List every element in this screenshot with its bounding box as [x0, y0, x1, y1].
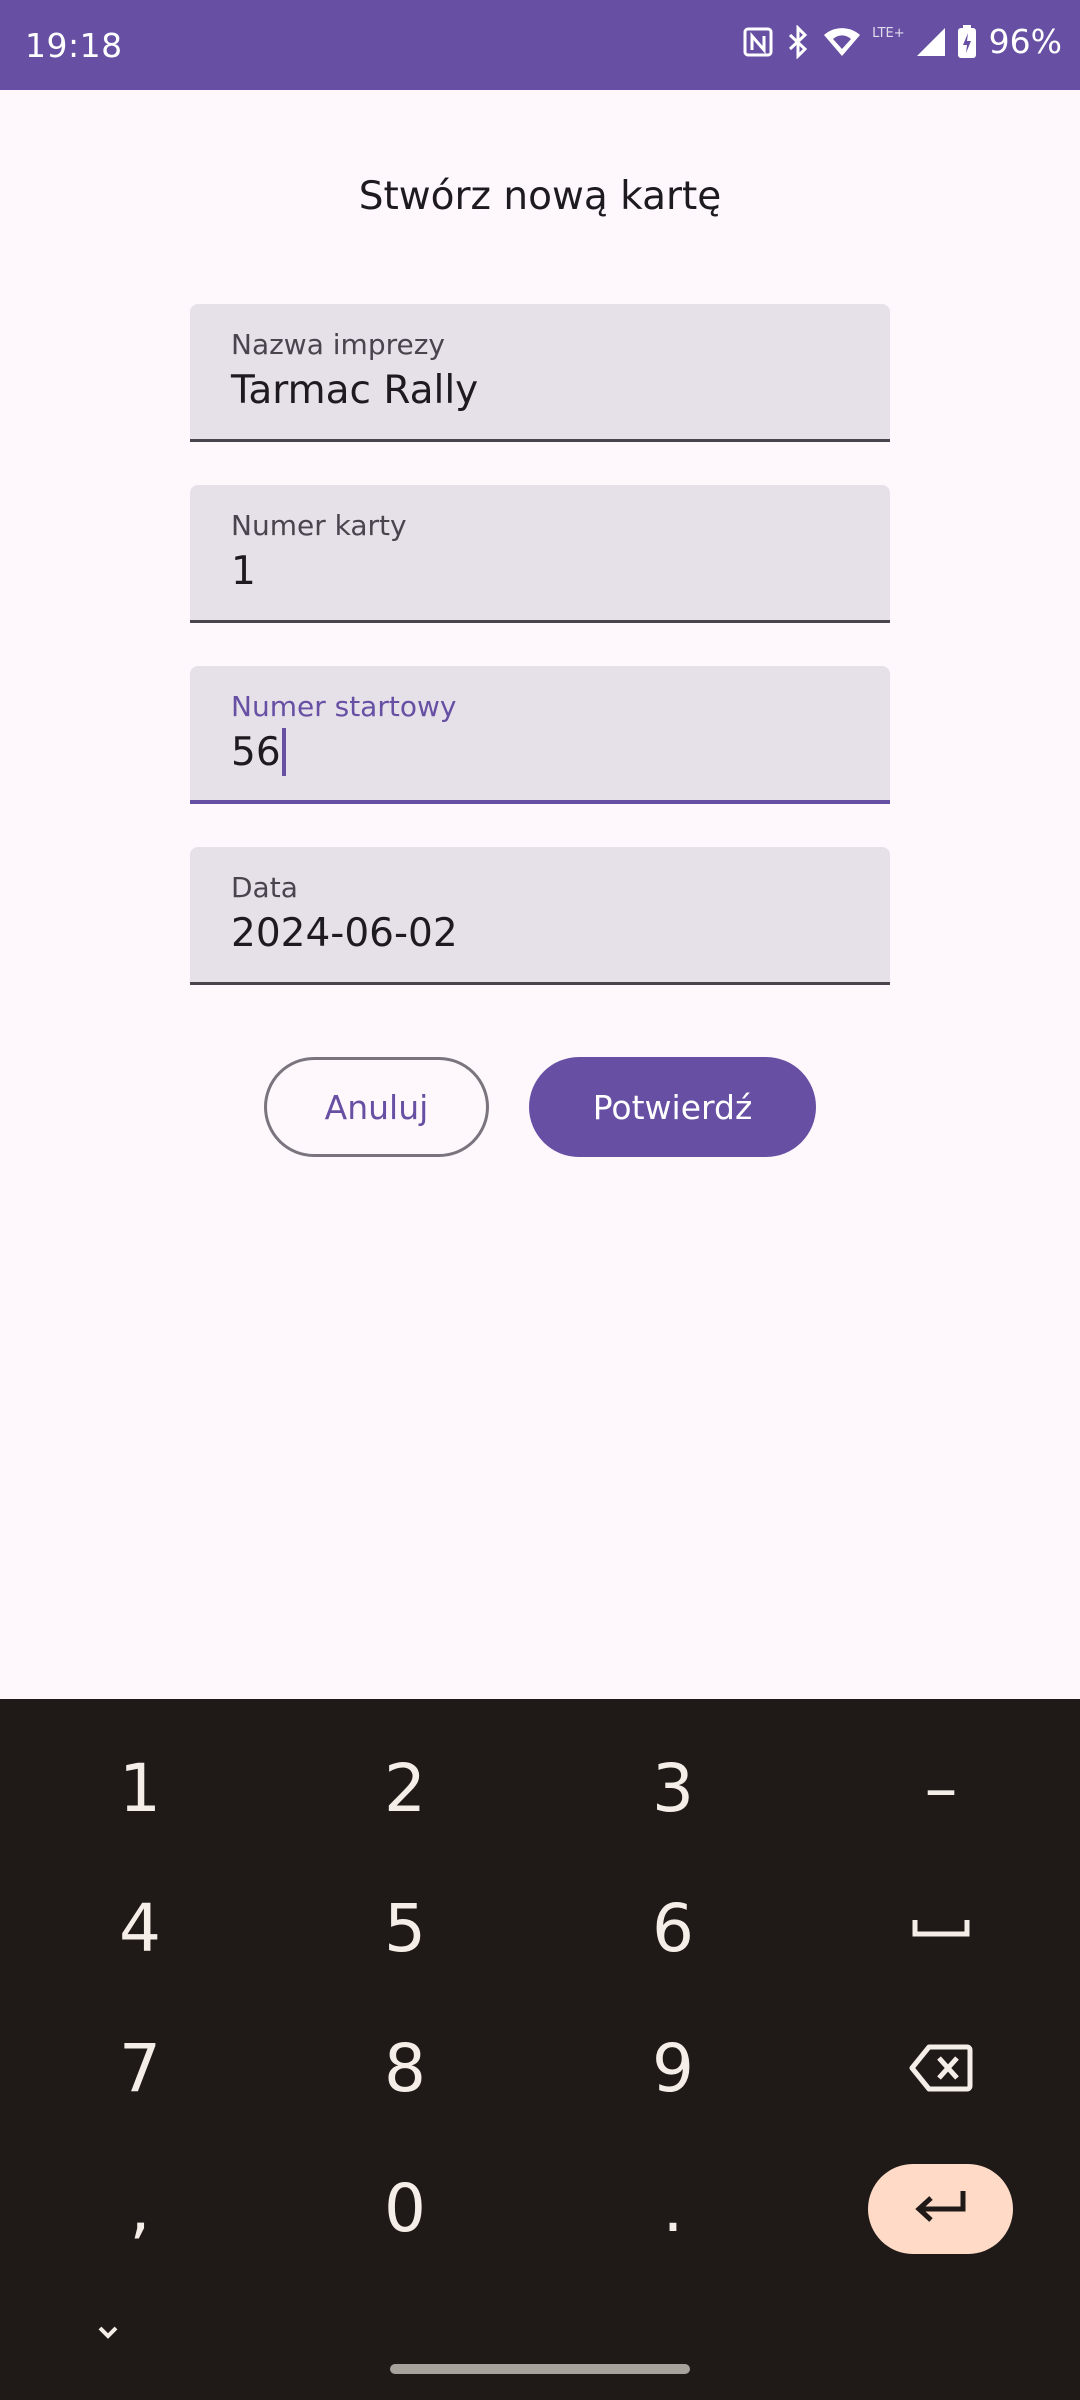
signal-icon — [915, 26, 947, 58]
key-9[interactable]: 9 — [573, 2008, 773, 2128]
enter-key[interactable] — [868, 2164, 1013, 2254]
field-label: Nazwa imprezy — [231, 328, 445, 361]
home-indicator[interactable] — [390, 2364, 690, 2374]
key-4[interactable]: 4 — [40, 1868, 240, 1988]
text-cursor — [281, 727, 286, 776]
key-3[interactable]: 3 — [573, 1728, 773, 1848]
field-value-container: 56 — [231, 727, 286, 779]
dialog-title: Stwórz nową kartę — [358, 174, 722, 219]
key-backspace[interactable] — [841, 2008, 1041, 2128]
key-minus[interactable]: – — [841, 1728, 1041, 1848]
key-7[interactable]: 7 — [40, 2008, 240, 2128]
hide-keyboard-icon — [86, 2326, 130, 2350]
key-space[interactable] — [841, 1868, 1041, 1988]
status-bar: 19:18 LTE+ 96% — [0, 0, 1080, 90]
battery-icon — [957, 24, 977, 59]
enter-icon — [913, 2189, 969, 2229]
space-icon — [911, 1916, 971, 1940]
field-value: 56 — [231, 730, 281, 775]
battery-level: 96% — [988, 22, 1062, 61]
bluetooth-icon — [784, 24, 812, 59]
cancel-button[interactable]: Anuluj — [264, 1057, 489, 1157]
date-field[interactable]: Data 2024-06-02 — [190, 847, 890, 985]
network-type-label: LTE+ — [872, 26, 905, 41]
backspace-icon — [909, 2043, 973, 2093]
key-comma[interactable]: , — [40, 2148, 240, 2268]
field-label: Numer startowy — [231, 690, 457, 723]
key-period[interactable]: . — [573, 2148, 773, 2268]
event-name-field[interactable]: Nazwa imprezy Tarmac Rally — [190, 304, 890, 442]
key-5[interactable]: 5 — [305, 1868, 505, 1988]
wifi-icon — [822, 26, 862, 58]
start-number-field[interactable]: Numer startowy 56 — [190, 666, 890, 804]
field-label: Data — [231, 871, 298, 904]
field-label: Numer karty — [231, 509, 407, 542]
status-time: 19:18 — [25, 26, 123, 65]
hide-keyboard-button[interactable] — [86, 2320, 130, 2350]
confirm-button[interactable]: Potwierdź — [529, 1057, 816, 1157]
status-icons: LTE+ 96% — [742, 22, 1062, 61]
field-value: Tarmac Rally — [231, 368, 479, 413]
nfc-icon — [742, 26, 774, 58]
key-8[interactable]: 8 — [305, 2008, 505, 2128]
key-6[interactable]: 6 — [573, 1868, 773, 1988]
field-value: 1 — [231, 549, 256, 594]
field-value: 2024-06-02 — [231, 911, 458, 956]
key-1[interactable]: 1 — [40, 1728, 240, 1848]
key-0[interactable]: 0 — [305, 2148, 505, 2268]
card-number-field[interactable]: Numer karty 1 — [190, 485, 890, 623]
key-2[interactable]: 2 — [305, 1728, 505, 1848]
